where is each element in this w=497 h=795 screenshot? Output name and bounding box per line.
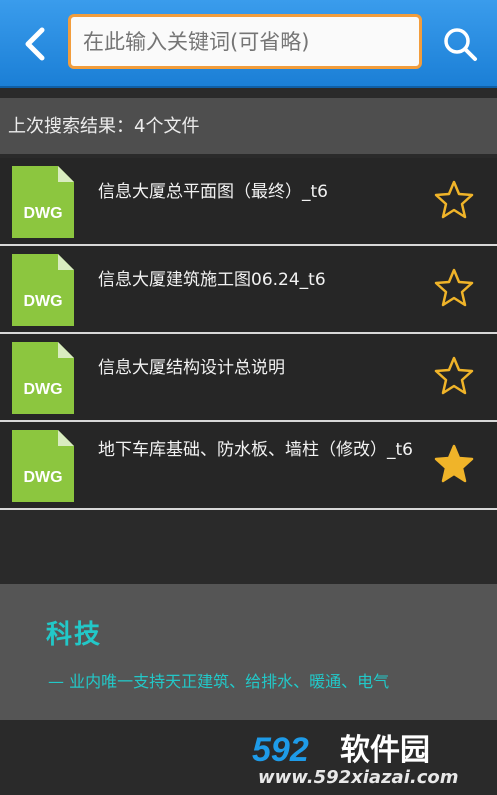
- search-input[interactable]: [68, 14, 422, 69]
- watermark-logo: 592 软件园: [252, 731, 430, 768]
- dwg-file-icon: DWG: [12, 430, 74, 502]
- list-item[interactable]: DWG 信息大厦结构设计总说明: [0, 334, 497, 422]
- star-outline-icon[interactable]: [432, 354, 476, 398]
- svg-text:软件园: 软件园: [340, 733, 430, 768]
- file-type-label: DWG: [23, 293, 62, 310]
- dwg-file-icon: DWG: [12, 342, 74, 414]
- dwg-file-icon: DWG: [12, 166, 74, 238]
- star-outline-icon[interactable]: [432, 266, 476, 310]
- top-bar: [0, 0, 497, 88]
- chevron-left-icon[interactable]: [16, 24, 52, 64]
- banner-title: 科技: [46, 620, 103, 650]
- list-item[interactable]: DWG 信息大厦总平面图（最终）_t6: [0, 158, 497, 246]
- file-name: 信息大厦建筑施工图06.24_t6: [98, 270, 326, 290]
- svg-text:592: 592: [252, 731, 309, 768]
- star-filled-icon[interactable]: [432, 442, 476, 486]
- banner-subtitle: — 业内唯一支持天正建筑、给排水、暖通、电气: [48, 672, 390, 691]
- file-name: 地下车库基础、防水板、墙柱（修改）_t6: [98, 440, 413, 460]
- file-name: 信息大厦总平面图（最终）_t6: [98, 182, 328, 202]
- file-type-label: DWG: [23, 381, 62, 398]
- watermark-url: www.592xiazai.com: [258, 767, 459, 788]
- results-header: 上次搜索结果：4个文件: [0, 98, 497, 154]
- list-item[interactable]: DWG 地下车库基础、防水板、墙柱（修改）_t6: [0, 422, 497, 510]
- results-title: 上次搜索结果：4个文件: [8, 116, 200, 137]
- search-icon[interactable]: [440, 24, 480, 64]
- star-outline-icon[interactable]: [432, 178, 476, 222]
- file-name: 信息大厦结构设计总说明: [98, 358, 285, 378]
- list-item[interactable]: DWG 信息大厦建筑施工图06.24_t6: [0, 246, 497, 334]
- promo-banner: 科技 — 业内唯一支持天正建筑、给排水、暖通、电气: [0, 584, 497, 720]
- file-type-label: DWG: [23, 469, 62, 486]
- file-type-label: DWG: [23, 205, 62, 222]
- dwg-file-icon: DWG: [12, 254, 74, 326]
